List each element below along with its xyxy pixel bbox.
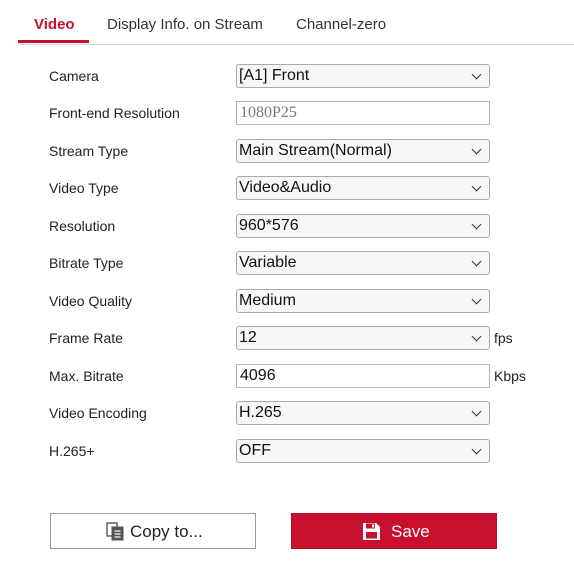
chevron-down-icon (471, 406, 482, 417)
tab-bar: Video Display Info. on Stream Channel-ze… (18, 0, 574, 45)
frame-rate-unit: fps (494, 330, 513, 346)
bitrate-type-row: Bitrate Type Variable (0, 251, 574, 277)
save-button[interactable]: Save (291, 513, 497, 549)
copy-to-button[interactable]: Copy to... (50, 513, 256, 549)
video-quality-row: Video Quality Medium (0, 289, 574, 315)
video-type-label: Video Type (49, 180, 119, 196)
camera-label: Camera (49, 68, 99, 84)
frame-rate-select[interactable]: 12 (236, 326, 490, 350)
tab-display-info-on-stream[interactable]: Display Info. on Stream (107, 16, 263, 33)
resolution-value: 960*576 (239, 217, 299, 234)
stream-type-select[interactable]: Main Stream(Normal) (236, 139, 490, 163)
copy-to-label: Copy to... (130, 522, 203, 541)
save-label: Save (391, 522, 430, 541)
max-bitrate-label: Max. Bitrate (49, 368, 124, 384)
frontend-resolution-value: 1080P25 (240, 104, 297, 121)
frontend-resolution-label: Front-end Resolution (49, 105, 180, 121)
frontend-resolution-field: 1080P25 (236, 101, 490, 125)
stream-type-row: Stream Type Main Stream(Normal) (0, 139, 574, 165)
video-quality-label: Video Quality (49, 293, 133, 309)
video-type-value: Video&Audio (239, 179, 332, 196)
h265plus-select[interactable]: OFF (236, 439, 490, 463)
active-tab-indicator (18, 40, 89, 43)
bitrate-type-value: Variable (239, 254, 297, 271)
floppy-disk-icon (362, 522, 381, 546)
frame-rate-row: Frame Rate 12 fps (0, 326, 574, 352)
bitrate-type-select[interactable]: Variable (236, 251, 490, 275)
camera-row: Camera [A1] Front (0, 64, 574, 90)
video-encoding-select[interactable]: H.265 (236, 401, 490, 425)
chevron-down-icon (471, 219, 482, 230)
chevron-down-icon (471, 331, 482, 342)
chevron-down-icon (471, 256, 482, 267)
chevron-down-icon (471, 294, 482, 305)
video-encoding-label: Video Encoding (49, 405, 147, 421)
max-bitrate-row: Max. Bitrate 4096 Kbps (0, 364, 574, 390)
video-quality-select[interactable]: Medium (236, 289, 490, 313)
h265plus-value: OFF (239, 442, 271, 459)
video-type-row: Video Type Video&Audio (0, 176, 574, 202)
max-bitrate-value: 4096 (240, 367, 276, 384)
stream-type-label: Stream Type (49, 143, 129, 159)
chevron-down-icon (471, 69, 482, 80)
stream-type-value: Main Stream(Normal) (239, 142, 392, 159)
h265plus-row: H.265+ OFF (0, 439, 574, 465)
max-bitrate-input[interactable]: 4096 (236, 364, 490, 388)
camera-value: [A1] Front (239, 67, 310, 84)
video-type-select[interactable]: Video&Audio (236, 176, 490, 200)
frontend-resolution-row: Front-end Resolution 1080P25 (0, 101, 574, 127)
frame-rate-label: Frame Rate (49, 330, 123, 346)
camera-select[interactable]: [A1] Front (236, 64, 490, 88)
video-encoding-value: H.265 (239, 404, 282, 421)
resolution-label: Resolution (49, 218, 116, 234)
tab-video[interactable]: Video (34, 16, 75, 33)
chevron-down-icon (471, 444, 482, 455)
max-bitrate-unit: Kbps (494, 368, 526, 384)
video-quality-value: Medium (239, 292, 296, 309)
chevron-down-icon (471, 181, 482, 192)
tab-channel-zero[interactable]: Channel-zero (296, 16, 386, 33)
frame-rate-value: 12 (239, 329, 257, 346)
resolution-row: Resolution 960*576 (0, 214, 574, 240)
resolution-select[interactable]: 960*576 (236, 214, 490, 238)
bitrate-type-label: Bitrate Type (49, 255, 124, 271)
chevron-down-icon (471, 144, 482, 155)
h265plus-label: H.265+ (49, 443, 95, 459)
video-encoding-row: Video Encoding H.265 (0, 401, 574, 427)
copy-icon (106, 522, 125, 546)
